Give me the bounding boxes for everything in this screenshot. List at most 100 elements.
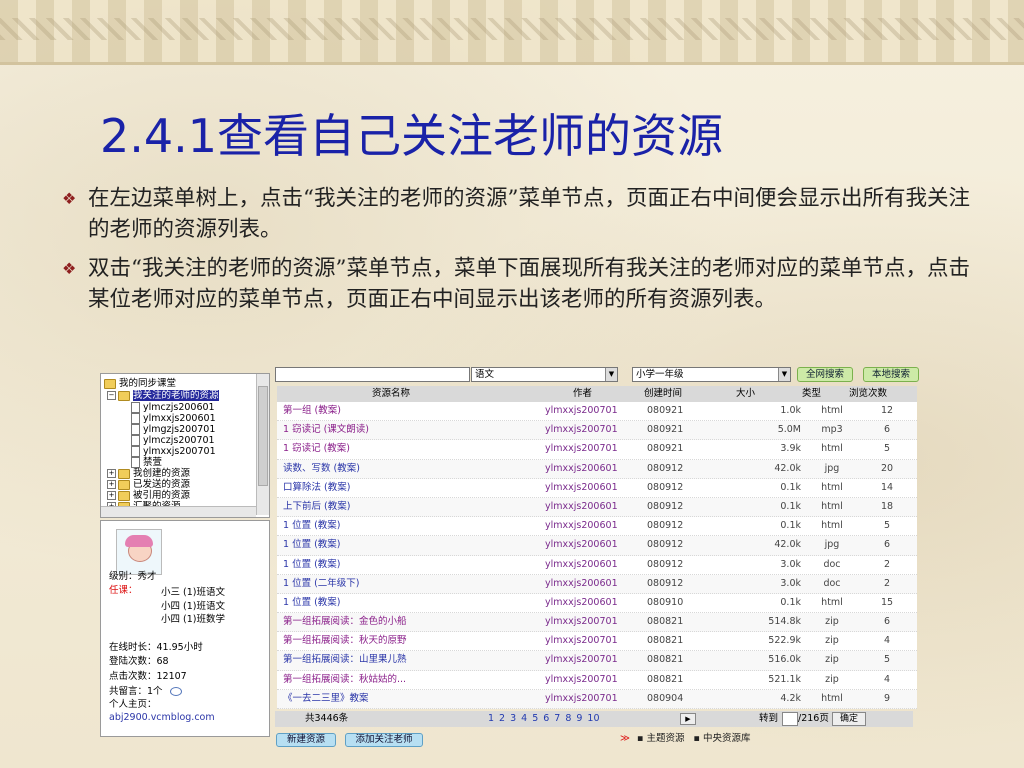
- folder-icon: [118, 390, 130, 401]
- page-link[interactable]: 8: [565, 713, 571, 724]
- table-row[interactable]: 1 位置 (教案) ylmxxjs200601 080912 42.0k jpg 6: [277, 536, 917, 556]
- header-author[interactable]: 作者: [573, 386, 592, 402]
- view-count: 4: [883, 673, 891, 685]
- table-row[interactable]: 1 位置 (教案) ylmxxjs200601 080910 0.1k html 15: [277, 593, 917, 614]
- tree-item-teacher[interactable]: 禁萱: [131, 457, 162, 468]
- resource-name-link[interactable]: 1 窃读记 (课文朗读): [283, 421, 369, 439]
- page-link[interactable]: 5: [532, 713, 538, 724]
- tree-item-group[interactable]: + 已发送的资源: [107, 479, 190, 490]
- resource-name-link[interactable]: 1 位置 (教案): [283, 517, 341, 535]
- author-link[interactable]: ylmxxjs200601: [545, 498, 618, 516]
- resource-name-link[interactable]: 第一组拓展阅读：山里果儿熟: [283, 651, 407, 669]
- header-type[interactable]: 类型: [802, 386, 821, 402]
- vertical-scrollbar[interactable]: [256, 374, 269, 515]
- page-link[interactable]: 6: [543, 713, 549, 724]
- tree-item-group[interactable]: + 我创建的资源: [107, 468, 190, 479]
- tree-item-teacher[interactable]: ylmxxjs200701: [131, 446, 216, 457]
- author-link[interactable]: ylmxxjs200601: [545, 575, 618, 593]
- page-link[interactable]: 1: [488, 713, 494, 724]
- author-link[interactable]: ylmxxjs200601: [545, 556, 618, 574]
- author-link[interactable]: ylmxxjs200601: [545, 536, 618, 554]
- tree-item-teacher[interactable]: ylmczjs200601: [131, 402, 215, 413]
- resource-name-link[interactable]: 第一组拓展阅读：秋天的原野: [283, 632, 407, 650]
- table-row[interactable]: 上下前后 (教案) ylmxxjs200601 080912 0.1k html 18: [277, 497, 917, 518]
- resource-name-link[interactable]: 上下前后 (教案): [283, 498, 350, 516]
- author-link[interactable]: ylmxxjs200601: [545, 479, 618, 497]
- next-page-icon[interactable]: ▶: [680, 713, 696, 725]
- table-row[interactable]: 读数、写数 (教案) ylmxxjs200601 080912 42.0k jpg 20: [277, 459, 917, 479]
- resource-name-link[interactable]: 读数、写数 (教案): [283, 460, 360, 478]
- table-row[interactable]: 《一去二三里》教案 ylmxxjs200701 080904 4.2k html 9: [277, 689, 917, 709]
- message-bubble-icon[interactable]: [169, 687, 182, 696]
- page-link[interactable]: 10: [587, 713, 599, 724]
- global-search-button[interactable]: 全网搜索: [797, 367, 853, 382]
- topic-resource-link[interactable]: ▪ 主题资源: [637, 733, 684, 744]
- profile-homepage-link[interactable]: abj2900.vcmblog.com: [109, 712, 215, 724]
- page-link[interactable]: 3: [510, 713, 516, 724]
- author-link[interactable]: ylmxxjs200601: [545, 594, 618, 612]
- page-link[interactable]: 9: [576, 713, 582, 724]
- author-link[interactable]: ylmxxjs200701: [545, 671, 618, 689]
- resource-name-link[interactable]: 《一去二三里》教案: [283, 690, 369, 708]
- table-row[interactable]: 第一组拓展阅读：山里果儿熟 ylmxxjs200701 080821 516.0k zi…: [277, 651, 917, 671]
- horizontal-scrollbar[interactable]: [101, 506, 256, 517]
- central-library-link[interactable]: ▪ 中央资源库: [693, 733, 750, 744]
- table-row[interactable]: 第一组 (教案) ylmxxjs200701 080921 1.0k html 12: [277, 402, 917, 422]
- author-link[interactable]: ylmxxjs200601: [545, 460, 618, 478]
- author-link[interactable]: ylmxxjs200701: [545, 690, 618, 708]
- tree-item-group[interactable]: + 被引用的资源: [107, 490, 190, 501]
- scrollbar-thumb[interactable]: [258, 386, 268, 486]
- table-row[interactable]: 1 窃读记 (课文朗读) ylmxxjs200701 080921 5.0M mp3 6: [277, 421, 917, 441]
- author-link[interactable]: ylmxxjs200701: [545, 421, 618, 439]
- table-row[interactable]: 第一组拓展阅读：秋姑姑的... ylmxxjs200701 080821 521.1k…: [277, 670, 917, 690]
- resource-name-link[interactable]: 第一组拓展阅读：秋姑姑的...: [283, 671, 406, 689]
- resource-name-link[interactable]: 1 位置 (教案): [283, 594, 341, 612]
- table-row[interactable]: 1 窃读记 (教案) ylmxxjs200701 080921 3.9k html 5: [277, 440, 917, 460]
- page-link[interactable]: 4: [521, 713, 527, 724]
- table-row[interactable]: 1 位置 (教案) ylmxxjs200601 080912 3.0k doc 2: [277, 555, 917, 575]
- table-row[interactable]: 第一组拓展阅读：金色的小船 ylmxxjs200701 080821 514.8k zi…: [277, 613, 917, 633]
- page-link[interactable]: 7: [554, 713, 560, 724]
- header-views[interactable]: 浏览次数: [849, 386, 887, 402]
- header-name[interactable]: 资源名称: [372, 386, 410, 402]
- view-count: 6: [883, 539, 891, 551]
- resource-name-link[interactable]: 口算除法 (教案): [283, 479, 350, 497]
- table-row[interactable]: 1 位置 (二年级下) ylmxxjs200601 080912 3.0k doc 2: [277, 574, 917, 594]
- search-input[interactable]: [275, 367, 470, 382]
- table-row[interactable]: 口算除法 (教案) ylmxxjs200601 080912 0.1k html 14: [277, 478, 917, 498]
- page-link[interactable]: 2: [499, 713, 505, 724]
- view-count: 4: [883, 635, 891, 647]
- tree-item-followed-teachers[interactable]: − 我关注的老师的资源: [107, 390, 219, 401]
- author-link[interactable]: ylmxxjs200601: [545, 517, 618, 535]
- resource-name-link[interactable]: 第一组 (教案): [283, 402, 341, 420]
- resource-name-link[interactable]: 第一组拓展阅读：金色的小船: [283, 613, 407, 631]
- author-link[interactable]: ylmxxjs200701: [545, 440, 618, 458]
- view-count: 20: [880, 462, 894, 474]
- add-teacher-button[interactable]: 添加关注老师: [345, 733, 423, 747]
- profile-duty: 小四 (1)班数学: [161, 614, 225, 625]
- table-row[interactable]: 第一组拓展阅读：秋天的原野 ylmxxjs200701 080821 522.9k zi…: [277, 632, 917, 652]
- tree-item-teacher[interactable]: ylmgzjs200701: [131, 424, 215, 435]
- resource-name-link[interactable]: 1 位置 (教案): [283, 556, 341, 574]
- resource-name-link[interactable]: 1 窃读记 (教案): [283, 440, 350, 458]
- grade-select[interactable]: 小学一年级 ▼: [632, 367, 791, 382]
- author-link[interactable]: ylmxxjs200701: [545, 651, 618, 669]
- table-row[interactable]: 1 位置 (教案) ylmxxjs200601 080912 0.1k html 5: [277, 517, 917, 537]
- local-search-button[interactable]: 本地搜索: [863, 367, 919, 382]
- page-input[interactable]: [782, 712, 798, 726]
- subject-select[interactable]: 语文 ▼: [471, 367, 618, 382]
- header-created[interactable]: 创建时间: [644, 386, 682, 402]
- tree-root[interactable]: 我的同步课堂: [104, 378, 176, 389]
- created-date: 080921: [647, 424, 684, 436]
- tree-item-teacher[interactable]: ylmczjs200701: [131, 435, 215, 446]
- new-resource-button[interactable]: 新建资源: [276, 733, 336, 747]
- view-count: 12: [880, 405, 894, 416]
- author-link[interactable]: ylmxxjs200701: [545, 402, 618, 420]
- header-size[interactable]: 大小: [736, 386, 755, 402]
- author-link[interactable]: ylmxxjs200701: [545, 632, 618, 650]
- resource-name-link[interactable]: 1 位置 (二年级下): [283, 575, 360, 593]
- author-link[interactable]: ylmxxjs200701: [545, 613, 618, 631]
- resource-name-link[interactable]: 1 位置 (教案): [283, 536, 341, 554]
- goto-ok-button[interactable]: 确定: [832, 712, 866, 726]
- tree-item-teacher[interactable]: ylmxxjs200601: [131, 413, 216, 424]
